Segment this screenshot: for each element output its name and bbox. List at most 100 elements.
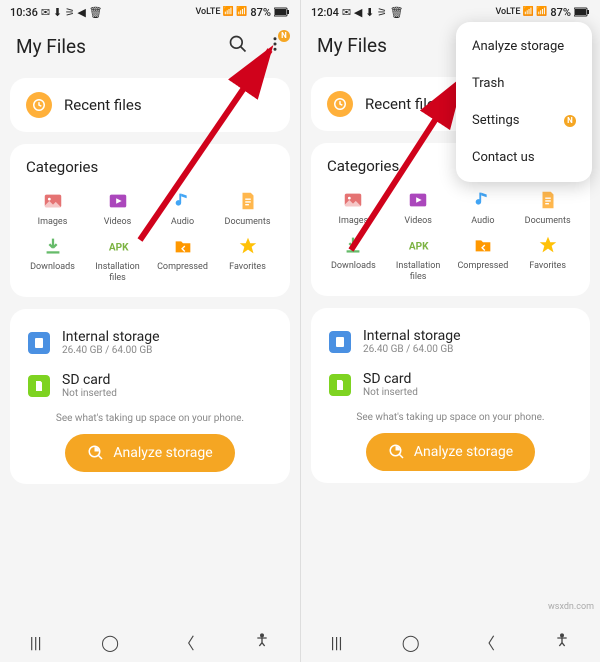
internal-storage-sub: 26.40 GB / 64.00 GB xyxy=(363,344,461,355)
phone-left: 10:36 ✉ ⬇ ⚞ ◀ 🗑 VoLTE 📶 📶 87% My Files N… xyxy=(0,0,300,662)
clock-icon xyxy=(327,91,353,117)
status-time: 12:04 xyxy=(311,6,339,19)
menu-item-settings[interactable]: SettingsN xyxy=(456,102,592,139)
search-button[interactable] xyxy=(228,34,248,58)
nav-accessibility[interactable] xyxy=(254,632,270,652)
category-label: Downloads xyxy=(331,261,376,271)
internal-storage-row[interactable]: Internal storage 26.40 GB / 64.00 GB xyxy=(24,321,276,364)
menu-item-analyze-storage[interactable]: Analyze storage xyxy=(456,28,592,65)
menu-item-label: Trash xyxy=(472,76,504,91)
category-icon: APK xyxy=(107,235,129,257)
internal-storage-icon xyxy=(28,332,50,354)
category-documents[interactable]: Documents xyxy=(517,189,578,226)
categories-card: Categories ImagesVideosAudioDocumentsDow… xyxy=(10,144,290,297)
status-icons-right: VoLTE 📶 📶 xyxy=(195,7,247,17)
menu-item-contact-us[interactable]: Contact us xyxy=(456,139,592,176)
storage-hint: See what's taking up space on your phone… xyxy=(325,412,576,423)
category-icon xyxy=(472,189,494,211)
clock-icon xyxy=(26,92,52,118)
more-options-button[interactable]: N xyxy=(266,34,284,58)
phone-right: 12:04 ✉ ◀ ⬇ ⚞ 🗑 VoLTE 📶 📶 87% My Files R… xyxy=(300,0,600,662)
options-menu: Analyze storage Trash SettingsN Contact us xyxy=(456,22,592,182)
category-icon xyxy=(537,189,559,211)
status-battery: 87% xyxy=(550,6,571,19)
analyze-label: Analyze storage xyxy=(113,445,212,461)
category-audio[interactable]: Audio xyxy=(453,189,514,226)
analyze-storage-button[interactable]: Analyze storage xyxy=(366,433,535,471)
battery-icon xyxy=(574,7,590,17)
status-time: 10:36 xyxy=(10,6,38,19)
nav-bar: ||| ◯ 〈 xyxy=(301,622,600,662)
sdcard-sub: Not inserted xyxy=(62,388,117,399)
sdcard-name: SD card xyxy=(62,372,117,388)
sdcard-icon xyxy=(28,375,50,397)
category-compressed[interactable]: Compressed xyxy=(152,235,213,283)
internal-storage-name: Internal storage xyxy=(363,328,461,344)
internal-storage-name: Internal storage xyxy=(62,329,160,345)
nav-home[interactable]: ◯ xyxy=(402,633,420,652)
menu-item-trash[interactable]: Trash xyxy=(456,65,592,102)
analyze-label: Analyze storage xyxy=(414,444,513,460)
category-audio[interactable]: Audio xyxy=(152,190,213,227)
sdcard-icon xyxy=(329,374,351,396)
category-icon xyxy=(237,235,259,257)
category-installation-files[interactable]: APK Installation files xyxy=(87,235,148,283)
status-battery: 87% xyxy=(250,6,271,19)
category-icon: APK xyxy=(407,234,429,256)
recent-files-label: Recent files xyxy=(64,96,142,114)
category-label: Favorites xyxy=(529,261,566,271)
category-images[interactable]: Images xyxy=(323,189,384,226)
menu-item-label: Contact us xyxy=(472,150,535,165)
category-icon xyxy=(342,189,364,211)
category-label: Audio xyxy=(471,216,494,226)
status-icons-left: ✉ ◀ ⬇ ⚞ 🗑 xyxy=(342,6,404,19)
category-icon xyxy=(342,234,364,256)
page-title: My Files xyxy=(317,34,387,57)
svg-text:APK: APK xyxy=(409,242,429,253)
analyze-storage-button[interactable]: Analyze storage xyxy=(65,434,234,472)
page-title: My Files xyxy=(16,35,86,58)
category-downloads[interactable]: Downloads xyxy=(22,235,83,283)
header: My Files N xyxy=(0,24,300,72)
category-label: Images xyxy=(339,216,369,226)
nav-accessibility[interactable] xyxy=(554,632,570,652)
search-icon xyxy=(228,34,248,54)
nav-recents[interactable]: ||| xyxy=(30,633,42,652)
category-documents[interactable]: Documents xyxy=(217,190,278,227)
category-downloads[interactable]: Downloads xyxy=(323,234,384,282)
category-icon xyxy=(472,234,494,256)
category-icon xyxy=(42,235,64,257)
category-videos[interactable]: Videos xyxy=(87,190,148,227)
nav-home[interactable]: ◯ xyxy=(101,633,119,652)
category-videos[interactable]: Videos xyxy=(388,189,449,226)
watermark: wsxdn.com xyxy=(548,602,594,612)
category-images[interactable]: Images xyxy=(22,190,83,227)
category-label: Videos xyxy=(104,217,132,227)
category-compressed[interactable]: Compressed xyxy=(453,234,514,282)
sdcard-row[interactable]: SD card Not inserted xyxy=(24,364,276,407)
menu-item-label: Analyze storage xyxy=(472,39,564,54)
nav-recents[interactable]: ||| xyxy=(331,633,343,652)
nav-back[interactable]: 〈 xyxy=(479,630,495,654)
recent-files-row[interactable]: Recent files xyxy=(10,78,290,132)
category-favorites[interactable]: Favorites xyxy=(217,235,278,283)
sdcard-row[interactable]: SD card Not inserted xyxy=(325,363,576,406)
analyze-icon xyxy=(388,443,406,461)
category-label: Favorites xyxy=(229,262,266,272)
status-bar: 12:04 ✉ ◀ ⬇ ⚞ 🗑 VoLTE 📶 📶 87% xyxy=(301,0,600,24)
internal-storage-sub: 26.40 GB / 64.00 GB xyxy=(62,345,160,356)
category-label: Installation files xyxy=(87,262,148,283)
category-installation-files[interactable]: APKInstallation files xyxy=(388,234,449,282)
category-label: Compressed xyxy=(157,262,208,272)
sdcard-sub: Not inserted xyxy=(363,387,418,398)
internal-storage-row[interactable]: Internal storage 26.40 GB / 64.00 GB xyxy=(325,320,576,363)
nav-back[interactable]: 〈 xyxy=(179,630,195,654)
category-favorites[interactable]: Favorites xyxy=(517,234,578,282)
storage-card: Internal storage 26.40 GB / 64.00 GB SD … xyxy=(10,309,290,484)
status-bar: 10:36 ✉ ⬇ ⚞ ◀ 🗑 VoLTE 📶 📶 87% xyxy=(0,0,300,24)
notification-badge: N xyxy=(564,115,576,127)
category-label: Documents xyxy=(225,217,271,227)
category-label: Videos xyxy=(404,216,432,226)
category-label: Compressed xyxy=(457,261,508,271)
category-label: Downloads xyxy=(30,262,75,272)
